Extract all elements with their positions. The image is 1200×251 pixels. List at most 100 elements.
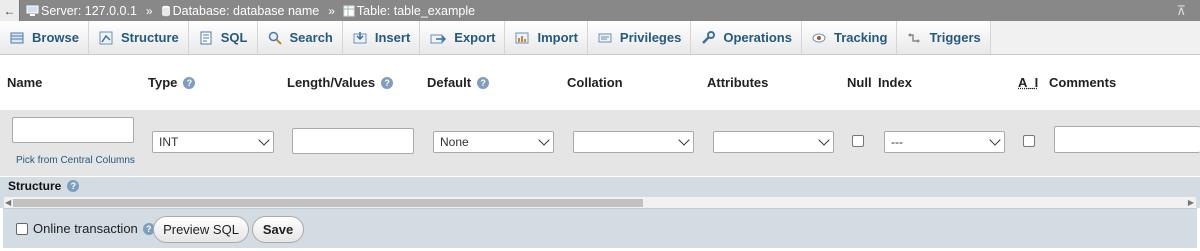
help-icon[interactable]: ? bbox=[67, 180, 80, 192]
preview-sql-button[interactable]: Preview SQL bbox=[153, 216, 249, 243]
tab-label: Export bbox=[454, 30, 496, 45]
column-header-type: Type? bbox=[148, 75, 196, 90]
chevron-down-icon bbox=[538, 134, 550, 146]
tab-label: Triggers bbox=[929, 30, 981, 45]
chevron-down-icon bbox=[258, 134, 270, 146]
column-header-ai: A_I bbox=[1018, 75, 1038, 90]
column-header-default: Default? bbox=[427, 75, 490, 90]
tab-operations[interactable]: Operations bbox=[691, 21, 802, 54]
column-header-collation: Collation bbox=[567, 75, 623, 90]
tab-sql[interactable]: SQL bbox=[188, 21, 258, 54]
sql-icon bbox=[199, 31, 213, 45]
null-checkbox[interactable] bbox=[852, 135, 864, 147]
name-input[interactable] bbox=[12, 117, 134, 143]
chevron-down-icon bbox=[678, 134, 690, 146]
table-icon bbox=[343, 5, 355, 17]
tab-label: Search bbox=[289, 30, 333, 45]
structure-label: Structure bbox=[8, 179, 62, 193]
structure-heading: Structure ? bbox=[8, 179, 80, 193]
column-header-label: Index bbox=[878, 75, 912, 90]
online-transaction-checkbox[interactable] bbox=[16, 223, 28, 235]
breadcrumb-server[interactable]: Server: 127.0.0.1 bbox=[26, 4, 137, 18]
index-select[interactable]: --- bbox=[884, 131, 1005, 153]
default-select[interactable]: None bbox=[433, 131, 554, 153]
column-header-label: Default bbox=[427, 75, 472, 90]
breadcrumb-database-label[interactable]: Database: database name bbox=[173, 4, 320, 18]
tab-label: Structure bbox=[120, 30, 179, 45]
browse-icon bbox=[10, 31, 24, 45]
column-header-label: Null bbox=[847, 75, 872, 90]
search-icon bbox=[268, 31, 282, 45]
structure-section: Structure ? bbox=[0, 177, 1200, 195]
form-footer: Online transaction ? Preview SQL Save bbox=[3, 208, 1197, 248]
tab-label: Privileges bbox=[619, 30, 682, 45]
import-icon bbox=[515, 31, 529, 45]
column-header-label: Collation bbox=[567, 75, 623, 90]
tab-insert[interactable]: Insert bbox=[342, 21, 421, 54]
column-header-attributes: Attributes bbox=[707, 75, 768, 90]
collapse-icon[interactable]: ⊼ bbox=[1176, 3, 1186, 19]
scroll-left-icon[interactable]: ◀ bbox=[5, 198, 11, 207]
tab-label: Operations bbox=[723, 30, 792, 45]
breadcrumb-table[interactable]: Table: table_example bbox=[343, 4, 475, 18]
operations-icon bbox=[701, 30, 716, 45]
tab-browse[interactable]: Browse bbox=[0, 21, 89, 54]
database-icon bbox=[161, 5, 171, 17]
server-icon bbox=[26, 5, 39, 17]
attributes-select[interactable] bbox=[713, 131, 834, 153]
collation-select[interactable] bbox=[573, 131, 694, 153]
help-icon[interactable]: ? bbox=[477, 76, 490, 89]
breadcrumb-separator: » bbox=[145, 3, 153, 18]
index-select-value: --- bbox=[891, 135, 903, 149]
column-header-index: Index bbox=[878, 75, 912, 90]
pick-central-columns-link[interactable]: Pick from Central Columns bbox=[16, 155, 135, 166]
tab-import[interactable]: Import bbox=[505, 21, 588, 54]
chevron-down-icon bbox=[818, 134, 830, 146]
column-header-label: Type bbox=[148, 75, 178, 90]
tab-export[interactable]: Export bbox=[420, 21, 506, 54]
privileges-icon bbox=[598, 31, 612, 45]
online-transaction-label: Online transaction bbox=[33, 221, 138, 236]
column-header-length: Length/Values? bbox=[287, 75, 394, 90]
column-header-label: Attributes bbox=[707, 75, 769, 90]
type-select[interactable]: INT bbox=[152, 131, 274, 153]
triggers-icon bbox=[907, 31, 921, 45]
column-header-null: Null bbox=[847, 75, 872, 90]
scrollbar-thumb[interactable] bbox=[13, 199, 643, 207]
table-menu-tabs: Browse Structure SQL Search Insert Expor… bbox=[0, 21, 1200, 55]
export-icon bbox=[430, 31, 447, 45]
online-transaction: Online transaction ? bbox=[33, 221, 155, 236]
back-arrow-icon[interactable]: ← bbox=[0, 0, 20, 21]
default-select-value: None bbox=[440, 135, 469, 149]
tab-label: Import bbox=[537, 30, 578, 45]
breadcrumb-database[interactable]: Database: database name bbox=[161, 4, 320, 18]
length-input[interactable] bbox=[292, 128, 414, 154]
tab-label: Browse bbox=[32, 30, 79, 45]
column-header-label: A_I bbox=[1018, 75, 1039, 90]
column-header-comments: Comments bbox=[1049, 75, 1116, 90]
column-header-name: Name bbox=[7, 75, 42, 90]
breadcrumb-separator: » bbox=[328, 3, 335, 18]
tab-privileges[interactable]: Privileges bbox=[587, 21, 692, 54]
tab-label: Insert bbox=[374, 30, 411, 45]
tab-triggers[interactable]: Triggers bbox=[897, 21, 991, 54]
help-icon[interactable]: ? bbox=[381, 76, 394, 89]
tab-structure[interactable]: Structure bbox=[88, 21, 189, 54]
help-icon[interactable]: ? bbox=[183, 76, 196, 89]
tab-search[interactable]: Search bbox=[257, 21, 343, 54]
tab-label: Tracking bbox=[833, 30, 888, 45]
tracking-icon bbox=[812, 31, 826, 45]
save-button[interactable]: Save bbox=[252, 216, 304, 243]
auto-increment-checkbox[interactable] bbox=[1023, 135, 1035, 147]
breadcrumb-table-label[interactable]: Table: table_example bbox=[357, 4, 475, 18]
comments-input[interactable] bbox=[1054, 126, 1200, 153]
tab-tracking[interactable]: Tracking bbox=[801, 21, 898, 54]
insert-icon bbox=[353, 31, 367, 45]
tab-label: SQL bbox=[220, 30, 248, 45]
breadcrumb-server-label[interactable]: Server: 127.0.0.1 bbox=[41, 4, 137, 18]
column-header-label: Comments bbox=[1049, 75, 1117, 90]
scroll-right-icon[interactable]: ▶ bbox=[1188, 198, 1194, 207]
structure-icon bbox=[99, 31, 113, 45]
type-select-value: INT bbox=[159, 135, 179, 149]
column-header-label: Name bbox=[7, 75, 43, 90]
